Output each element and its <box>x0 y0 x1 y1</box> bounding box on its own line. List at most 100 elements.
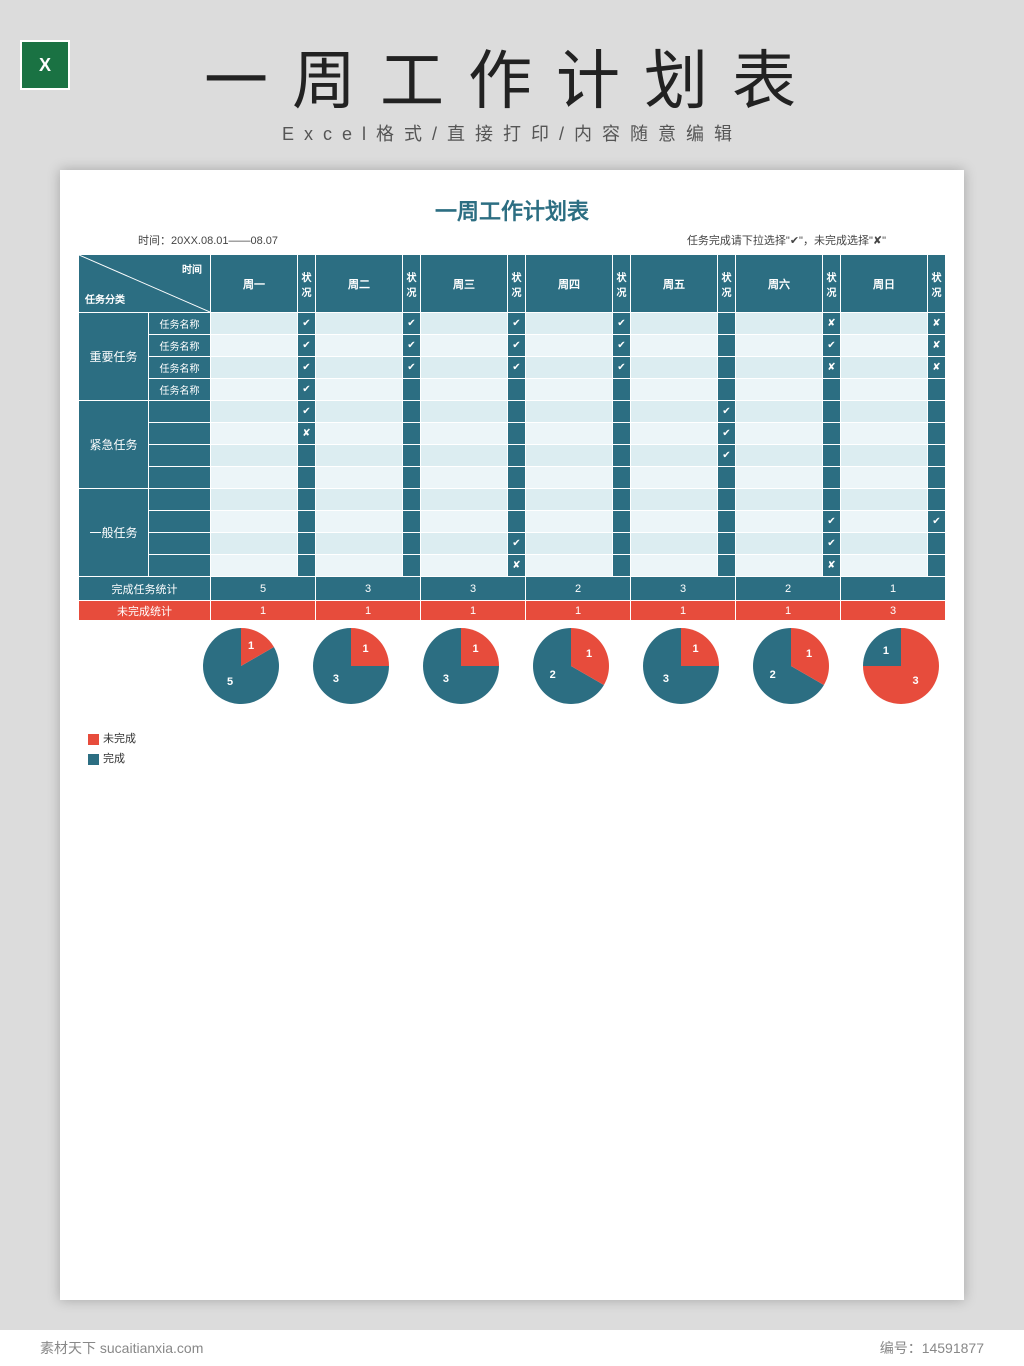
status-cell[interactable]: ✔ <box>403 335 421 357</box>
status-cell[interactable] <box>718 511 736 533</box>
status-cell[interactable] <box>823 379 841 401</box>
task-cell[interactable] <box>841 555 928 577</box>
task-cell[interactable] <box>421 533 508 555</box>
status-cell[interactable] <box>508 511 526 533</box>
task-cell[interactable] <box>316 489 403 511</box>
status-cell[interactable] <box>298 533 316 555</box>
status-cell[interactable] <box>508 445 526 467</box>
task-cell[interactable] <box>421 401 508 423</box>
status-cell[interactable] <box>403 533 421 555</box>
status-cell[interactable] <box>298 511 316 533</box>
status-cell[interactable] <box>403 401 421 423</box>
task-cell[interactable] <box>316 467 403 489</box>
task-cell[interactable] <box>211 489 298 511</box>
status-cell[interactable]: ✔ <box>613 313 631 335</box>
task-cell[interactable] <box>526 401 613 423</box>
task-cell[interactable] <box>211 467 298 489</box>
task-cell[interactable] <box>841 335 928 357</box>
status-cell[interactable] <box>823 445 841 467</box>
status-cell[interactable]: ✔ <box>508 335 526 357</box>
task-cell[interactable] <box>841 401 928 423</box>
task-cell[interactable] <box>421 489 508 511</box>
status-cell[interactable] <box>403 489 421 511</box>
status-cell[interactable]: ✔ <box>508 313 526 335</box>
status-cell[interactable]: ✔ <box>823 511 841 533</box>
task-cell[interactable] <box>841 533 928 555</box>
task-cell[interactable] <box>736 555 823 577</box>
task-cell[interactable] <box>526 313 613 335</box>
task-cell[interactable] <box>316 445 403 467</box>
status-cell[interactable] <box>508 489 526 511</box>
task-name-cell[interactable]: 任务名称 <box>149 379 211 401</box>
task-cell[interactable] <box>421 467 508 489</box>
status-cell[interactable]: ✘ <box>823 555 841 577</box>
task-cell[interactable] <box>421 423 508 445</box>
status-cell[interactable] <box>823 423 841 445</box>
status-cell[interactable]: ✔ <box>298 313 316 335</box>
status-cell[interactable]: ✔ <box>508 357 526 379</box>
task-cell[interactable] <box>631 313 718 335</box>
status-cell[interactable] <box>298 555 316 577</box>
task-cell[interactable] <box>526 379 613 401</box>
task-cell[interactable] <box>841 379 928 401</box>
status-cell[interactable] <box>718 555 736 577</box>
task-cell[interactable] <box>631 335 718 357</box>
status-cell[interactable] <box>298 445 316 467</box>
task-cell[interactable] <box>316 335 403 357</box>
task-cell[interactable] <box>211 533 298 555</box>
status-cell[interactable] <box>718 489 736 511</box>
status-cell[interactable] <box>613 533 631 555</box>
status-cell[interactable] <box>403 467 421 489</box>
task-cell[interactable] <box>211 423 298 445</box>
task-cell[interactable] <box>421 335 508 357</box>
status-cell[interactable] <box>613 379 631 401</box>
status-cell[interactable] <box>718 467 736 489</box>
task-cell[interactable] <box>526 467 613 489</box>
task-cell[interactable] <box>316 357 403 379</box>
status-cell[interactable]: ✘ <box>928 313 946 335</box>
task-cell[interactable] <box>316 313 403 335</box>
task-name-cell[interactable] <box>149 445 211 467</box>
status-cell[interactable] <box>298 489 316 511</box>
status-cell[interactable] <box>613 555 631 577</box>
task-cell[interactable] <box>526 533 613 555</box>
task-cell[interactable] <box>736 467 823 489</box>
task-cell[interactable] <box>421 555 508 577</box>
status-cell[interactable]: ✔ <box>298 401 316 423</box>
status-cell[interactable] <box>403 423 421 445</box>
status-cell[interactable] <box>508 423 526 445</box>
task-cell[interactable] <box>631 445 718 467</box>
task-cell[interactable] <box>526 335 613 357</box>
status-cell[interactable] <box>403 445 421 467</box>
task-cell[interactable] <box>421 511 508 533</box>
status-cell[interactable]: ✔ <box>718 423 736 445</box>
task-cell[interactable] <box>316 511 403 533</box>
task-cell[interactable] <box>736 445 823 467</box>
status-cell[interactable] <box>718 335 736 357</box>
status-cell[interactable]: ✘ <box>298 423 316 445</box>
status-cell[interactable] <box>508 467 526 489</box>
status-cell[interactable]: ✘ <box>823 313 841 335</box>
task-cell[interactable] <box>736 313 823 335</box>
status-cell[interactable] <box>613 445 631 467</box>
status-cell[interactable] <box>823 401 841 423</box>
status-cell[interactable] <box>613 401 631 423</box>
task-cell[interactable] <box>526 511 613 533</box>
task-name-cell[interactable] <box>149 401 211 423</box>
task-cell[interactable] <box>316 401 403 423</box>
status-cell[interactable]: ✔ <box>613 335 631 357</box>
task-cell[interactable] <box>841 313 928 335</box>
status-cell[interactable] <box>928 533 946 555</box>
task-cell[interactable] <box>316 379 403 401</box>
status-cell[interactable]: ✔ <box>718 445 736 467</box>
task-cell[interactable] <box>736 511 823 533</box>
task-cell[interactable] <box>526 357 613 379</box>
task-name-cell[interactable]: 任务名称 <box>149 357 211 379</box>
task-cell[interactable] <box>211 445 298 467</box>
status-cell[interactable] <box>823 489 841 511</box>
status-cell[interactable] <box>508 379 526 401</box>
status-cell[interactable] <box>613 423 631 445</box>
task-cell[interactable] <box>841 511 928 533</box>
task-cell[interactable] <box>841 489 928 511</box>
task-cell[interactable] <box>211 357 298 379</box>
